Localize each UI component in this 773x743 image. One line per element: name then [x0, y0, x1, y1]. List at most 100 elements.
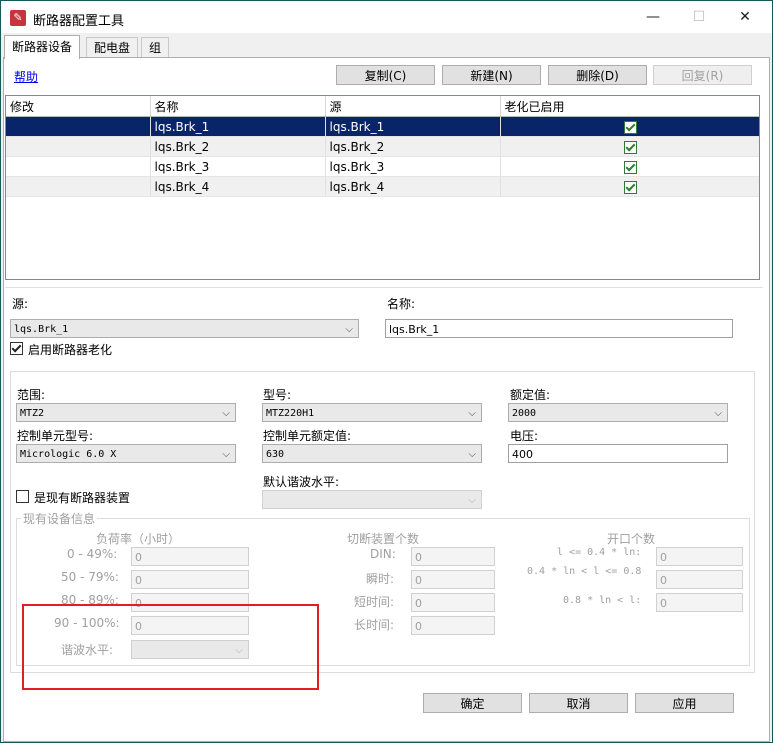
enable-aging-checkbox[interactable]: [10, 342, 23, 355]
trip-field-2[interactable]: 0: [411, 593, 495, 612]
ctrl-rated-select[interactable]: 630 ⌵: [262, 444, 482, 463]
rated-select[interactable]: 2000 ⌵: [508, 403, 728, 422]
open-field-1[interactable]: 0: [656, 570, 743, 589]
aging-checkbox[interactable]: [624, 160, 637, 174]
ctrl-model-label: 控制单元型号:: [17, 429, 94, 443]
chevron-down-icon: ⌵: [222, 449, 230, 460]
cell-modified: [6, 156, 151, 177]
col-source[interactable]: 源: [325, 96, 501, 117]
range-select-value: MTZ2: [20, 408, 45, 419]
cell-source: lqs.Brk_1: [325, 116, 501, 137]
new-button[interactable]: 新建(N): [442, 65, 541, 85]
trip-label-2: 短时间:: [354, 595, 395, 609]
source-select-value: lqs.Brk_1: [14, 324, 69, 335]
trip-label-1: 瞬时:: [366, 572, 395, 586]
existing-device-checkbox[interactable]: [16, 490, 29, 503]
cell-source: lqs.Brk_4: [325, 176, 501, 197]
cell-aging: [500, 176, 759, 197]
aging-checkbox[interactable]: [624, 140, 637, 154]
breaker-grid[interactable]: 修改 名称 源 老化已启用 lqs.Brk_1 lqs.Brk_1 lqs.Br…: [5, 95, 760, 280]
existing-info-label: 现有设备信息: [21, 510, 98, 527]
cell-source: lqs.Brk_2: [325, 136, 501, 157]
open-field-2[interactable]: 0: [656, 593, 743, 612]
col-name[interactable]: 名称: [150, 96, 326, 117]
cell-name: lqs.Brk_4: [150, 176, 326, 197]
source-label: 源:: [12, 297, 29, 311]
aging-checkbox[interactable]: [624, 120, 637, 134]
range-label: 范围:: [17, 388, 46, 402]
load-label-1: 50 - 79%:: [61, 570, 119, 584]
ctrl-model-select[interactable]: Micrologic 6.0 X ⌵: [16, 444, 236, 463]
harmonic-default-select[interactable]: ⌵: [262, 490, 482, 509]
rated-select-value: 2000: [512, 408, 537, 419]
help-link[interactable]: 帮助: [14, 68, 38, 85]
voltage-label: 电压:: [510, 429, 539, 443]
app-icon: ✎: [10, 10, 26, 26]
restore-button[interactable]: 回复(R): [653, 65, 752, 85]
cancel-button[interactable]: 取消: [529, 693, 628, 713]
cell-name: lqs.Brk_1: [150, 116, 326, 137]
ctrl-rated-label: 控制单元额定值:: [263, 429, 352, 443]
aging-checkbox[interactable]: [624, 180, 637, 194]
load-field-0[interactable]: 0: [131, 547, 249, 566]
trip-field-3[interactable]: 0: [411, 616, 495, 635]
tab-strip: 断路器设备 配电盘 组: [1, 35, 772, 59]
cell-aging: [500, 136, 759, 157]
cell-source: lqs.Brk_3: [325, 156, 501, 177]
minimize-button[interactable]: —: [630, 1, 676, 33]
title-bar: ✎ 断路器配置工具 — ☐ ✕: [1, 1, 772, 33]
source-select[interactable]: lqs.Brk_1 ⌵: [10, 319, 359, 338]
trip-field-1[interactable]: 0: [411, 570, 495, 589]
apply-button[interactable]: 应用: [635, 693, 734, 713]
cell-aging: [500, 116, 759, 137]
table-row[interactable]: lqs.Brk_3 lqs.Brk_3: [6, 156, 759, 177]
table-row[interactable]: lqs.Brk_2 lqs.Brk_2: [6, 136, 759, 157]
open-label-1: 0.4 * ln < l <= 0.8: [527, 566, 642, 577]
close-button[interactable]: ✕: [722, 1, 768, 33]
trip-label-3: 长时间:: [354, 618, 395, 632]
cell-modified: [6, 136, 151, 157]
ctrl-rated-select-value: 630: [266, 449, 285, 460]
cell-modified: [6, 176, 151, 197]
ok-button[interactable]: 确定: [423, 693, 522, 713]
enable-aging-label: 启用断路器老化: [28, 343, 113, 357]
trip-field-0[interactable]: 0: [411, 547, 495, 566]
cell-name: lqs.Brk_3: [150, 156, 326, 177]
main-window: ✎ 断路器配置工具 — ☐ ✕ 断路器设备 配电盘 组 帮助 复制(C) 新建(…: [0, 0, 773, 743]
trip-header: 切断装置个数: [347, 532, 420, 546]
ctrl-model-select-value: Micrologic 6.0 X: [20, 449, 117, 460]
copy-button[interactable]: 复制(C): [336, 65, 435, 85]
col-aging[interactable]: 老化已启用: [500, 96, 759, 117]
tab-switchboard[interactable]: 配电盘: [86, 37, 139, 58]
load-label-0: 0 - 49%:: [67, 547, 118, 561]
load-header: 负荷率（小时）: [96, 532, 181, 546]
grid-header-row: 修改 名称 源 老化已启用: [6, 96, 759, 117]
chevron-down-icon: ⌵: [222, 408, 230, 419]
open-label-0: l <= 0.4 * ln:: [557, 547, 642, 558]
tab-group[interactable]: 组: [141, 37, 170, 58]
open-field-0[interactable]: 0: [656, 547, 743, 566]
highlight-annotation-box: [22, 604, 319, 690]
rated-label: 额定值:: [510, 388, 551, 402]
chevron-down-icon: ⌵: [468, 449, 476, 460]
model-select[interactable]: MTZ220H1 ⌵: [262, 403, 482, 422]
table-row[interactable]: lqs.Brk_1 lqs.Brk_1: [6, 116, 759, 137]
chevron-down-icon: ⌵: [468, 408, 476, 419]
name-label: 名称:: [387, 297, 416, 311]
divider: [5, 287, 763, 288]
cell-aging: [500, 156, 759, 177]
name-field[interactable]: lqs.Brk_1: [385, 319, 733, 338]
chevron-down-icon: ⌵: [714, 408, 722, 419]
table-row[interactable]: lqs.Brk_4 lqs.Brk_4: [6, 176, 759, 197]
model-label: 型号:: [263, 388, 292, 402]
delete-button[interactable]: 删除(D): [548, 65, 647, 85]
col-modified[interactable]: 修改: [6, 96, 151, 117]
tab-breaker-devices[interactable]: 断路器设备: [4, 35, 81, 59]
harmonic-default-label: 默认谐波水平:: [263, 475, 340, 489]
maximize-button[interactable]: ☐: [676, 1, 722, 33]
range-select[interactable]: MTZ2 ⌵: [16, 403, 236, 422]
load-field-1[interactable]: 0: [131, 570, 249, 589]
model-select-value: MTZ220H1: [266, 408, 315, 419]
voltage-field[interactable]: 400: [508, 444, 728, 463]
chevron-down-icon: ⌵: [468, 495, 476, 506]
